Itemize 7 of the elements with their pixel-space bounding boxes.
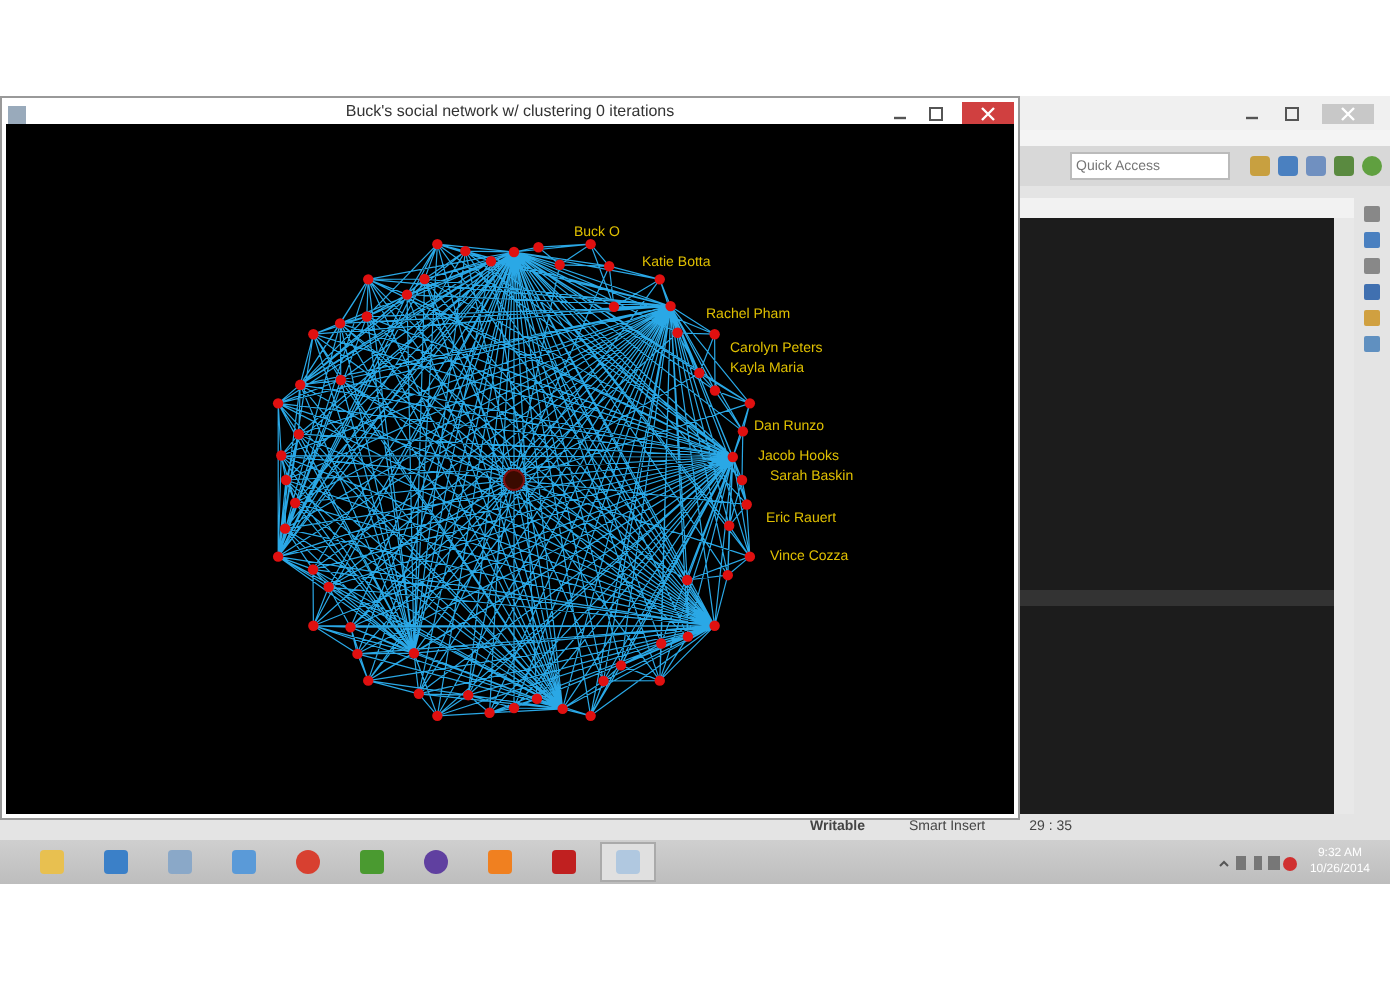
- tray-icons-drawing: [1217, 853, 1298, 871]
- close-button[interactable]: [962, 102, 1014, 124]
- scrollbar[interactable]: [1334, 218, 1354, 814]
- close-icon: [1338, 103, 1358, 123]
- close-icon: [978, 103, 998, 123]
- window-title: Buck's social network w/ clustering 0 iterations: [345, 102, 675, 120]
- maximize-icon[interactable]: [926, 103, 946, 123]
